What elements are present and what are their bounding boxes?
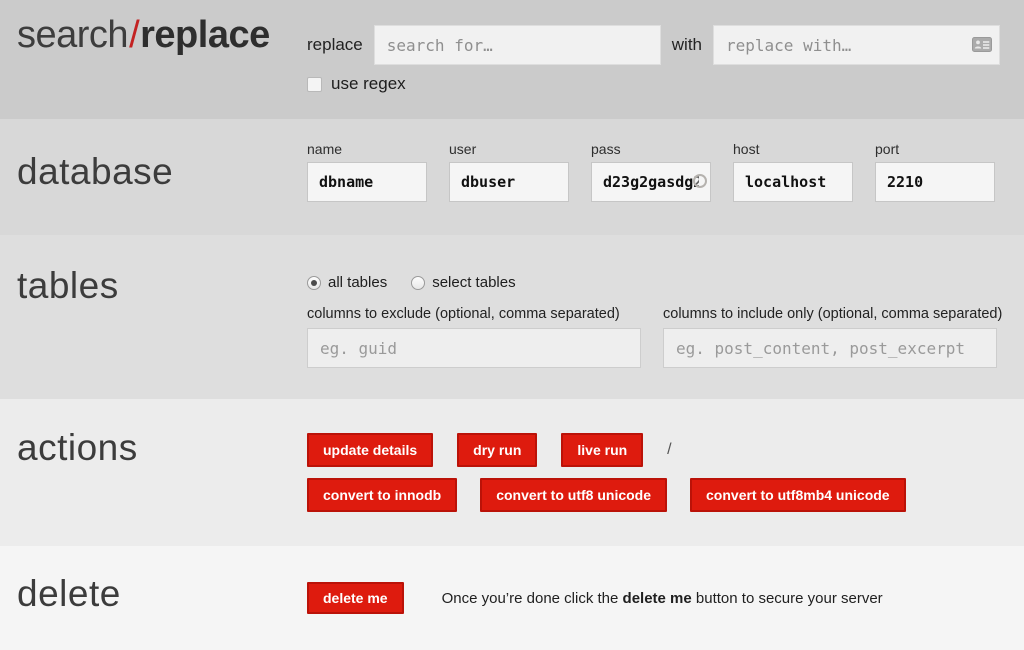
select-tables-label: select tables: [432, 274, 515, 291]
with-label: with: [672, 35, 702, 55]
delete-note-suffix: button to secure your server: [692, 590, 883, 607]
convert-innodb-button[interactable]: convert to innodb: [307, 478, 457, 512]
db-pass-field-group: pass: [591, 141, 711, 202]
use-regex-checkbox[interactable]: [307, 77, 322, 92]
all-tables-radio[interactable]: [307, 276, 321, 290]
delete-band: delete delete me Once you’re done click …: [0, 546, 1024, 650]
db-user-input[interactable]: [449, 162, 569, 202]
select-tables-radio-item[interactable]: select tables: [411, 274, 515, 291]
actions-heading: actions: [17, 427, 307, 469]
actions-band: actions update details dry run live run …: [0, 399, 1024, 546]
db-port-input[interactable]: [875, 162, 995, 202]
all-tables-label: all tables: [328, 274, 387, 291]
tables-heading: tables: [17, 265, 307, 307]
include-columns-input[interactable]: [663, 328, 997, 368]
exclude-columns-group: columns to exclude (optional, comma sepa…: [307, 306, 641, 368]
logo-slash: /: [128, 14, 140, 56]
live-run-button[interactable]: live run: [561, 433, 643, 467]
header-band: search/replace replace with use reg: [0, 0, 1024, 119]
logo-search-text: search: [17, 14, 128, 56]
exclude-columns-label: columns to exclude (optional, comma sepa…: [307, 306, 641, 322]
convert-utf8-button[interactable]: convert to utf8 unicode: [480, 478, 667, 512]
delete-note-prefix: Once you’re done click the: [442, 590, 623, 607]
logo-replace-text: replace: [140, 14, 270, 56]
select-tables-radio[interactable]: [411, 276, 425, 290]
tables-band: tables all tables select tables columns …: [0, 235, 1024, 399]
db-name-field-group: name: [307, 141, 427, 202]
search-for-input[interactable]: [374, 25, 661, 65]
delete-heading: delete: [17, 573, 307, 615]
db-pass-label: pass: [591, 141, 711, 157]
db-user-label: user: [449, 141, 569, 157]
run-separator-slash: /: [667, 441, 671, 459]
convert-utf8mb4-button[interactable]: convert to utf8mb4 unicode: [690, 478, 906, 512]
all-tables-radio-item[interactable]: all tables: [307, 274, 387, 291]
db-host-label: host: [733, 141, 853, 157]
delete-me-button[interactable]: delete me: [307, 582, 404, 614]
db-name-label: name: [307, 141, 427, 157]
delete-note: Once you’re done click the delete me but…: [442, 590, 883, 607]
db-host-input[interactable]: [733, 162, 853, 202]
update-details-button[interactable]: update details: [307, 433, 433, 467]
dry-run-button[interactable]: dry run: [457, 433, 537, 467]
use-regex-label: use regex: [331, 74, 406, 94]
replace-with-input[interactable]: [713, 25, 1000, 65]
app-logo: search/replace: [17, 14, 307, 57]
database-band: database name user pass host: [0, 119, 1024, 235]
exclude-columns-input[interactable]: [307, 328, 641, 368]
db-host-field-group: host: [733, 141, 853, 202]
database-heading: database: [17, 151, 307, 193]
replace-label: replace: [307, 35, 363, 55]
contact-card-icon: [972, 37, 992, 52]
db-port-field-group: port: [875, 141, 995, 202]
include-columns-group: columns to include only (optional, comma…: [663, 306, 997, 368]
password-reveal-icon[interactable]: [693, 174, 707, 188]
include-columns-label: columns to include only (optional, comma…: [663, 306, 997, 322]
db-user-field-group: user: [449, 141, 569, 202]
db-port-label: port: [875, 141, 995, 157]
delete-note-bold: delete me: [623, 590, 692, 607]
db-name-input[interactable]: [307, 162, 427, 202]
